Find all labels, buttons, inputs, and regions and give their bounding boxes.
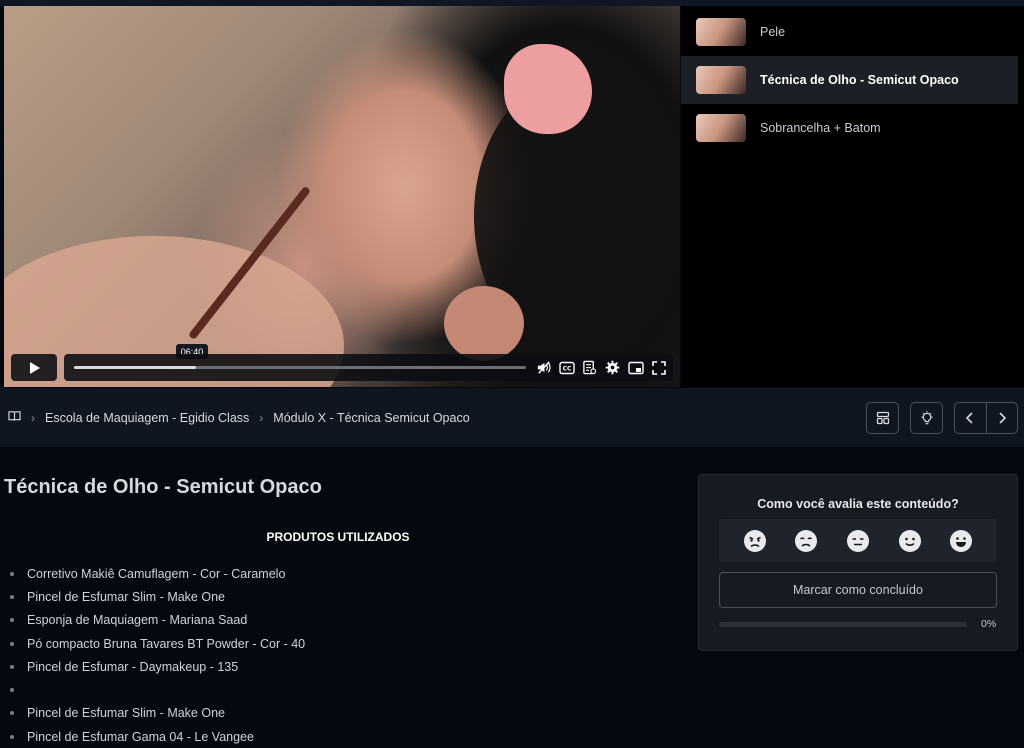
neutral-face-icon[interactable] xyxy=(845,528,870,553)
happy-face-icon[interactable] xyxy=(897,528,922,553)
video-control-bar: CC xyxy=(4,350,680,386)
video-frame-sponge xyxy=(504,44,592,134)
list-item: Pó compacto Bruna Tavares BT Powder - Co… xyxy=(10,632,305,655)
playlist-item-pele[interactable]: Pele xyxy=(681,8,1018,56)
picture-in-picture-icon[interactable] xyxy=(627,359,644,376)
list-item: Pincel de Esfumar - Daymakeup - 135 xyxy=(10,655,305,678)
playlist-item-label: Técnica de Olho - Semicut Opaco xyxy=(760,73,959,87)
video-player[interactable] xyxy=(4,6,680,387)
rating-card: Como você avalia este conteúdo? Marcar c… xyxy=(698,474,1018,651)
lesson-playlist: Pele Técnica de Olho - Semicut Opaco Sob… xyxy=(681,6,1024,387)
lesson-thumbnail xyxy=(696,18,746,46)
control-icons: CC xyxy=(535,359,667,376)
list-item: Corretivo Makiê Camuflagem - Cor - Caram… xyxy=(10,562,305,585)
list-item: Pincel de Esfumar Gama 04 - Le Vangee xyxy=(10,725,305,748)
svg-text:CC: CC xyxy=(562,365,571,372)
breadcrumb-bar: › Escola de Maquiagem - Egidio Class › M… xyxy=(0,388,1024,447)
chevron-right-icon xyxy=(999,412,1007,424)
completion-percent: 0% xyxy=(981,618,997,630)
previous-lesson-button[interactable] xyxy=(955,403,986,433)
lesson-thumbnail xyxy=(696,114,746,142)
mark-complete-button[interactable]: Marcar como concluído xyxy=(719,572,997,608)
video-controls: CC xyxy=(64,354,673,381)
list-item xyxy=(10,678,305,701)
playlist-item-label: Sobrancelha + Batom xyxy=(760,121,881,135)
closed-captions-icon[interactable]: CC xyxy=(558,359,575,376)
angry-face-icon[interactable] xyxy=(742,528,767,553)
settings-gear-icon[interactable] xyxy=(604,359,621,376)
grinning-face-icon[interactable] xyxy=(949,528,974,553)
seek-bar[interactable] xyxy=(74,366,526,369)
chevron-right-icon: › xyxy=(259,410,264,425)
layout-icon xyxy=(876,411,889,425)
seek-bar-fill xyxy=(74,366,197,369)
play-icon xyxy=(30,361,40,374)
chevron-right-icon: › xyxy=(31,410,35,425)
rating-question: Como você avalia este conteúdo? xyxy=(757,497,959,511)
lightbulb-icon xyxy=(920,410,933,424)
chevron-left-icon xyxy=(966,412,974,424)
lesson-thumbnail xyxy=(696,66,746,94)
rating-emojis xyxy=(719,519,997,562)
breadcrumb: › Escola de Maquiagem - Egidio Class › M… xyxy=(8,388,470,447)
light-mode-button[interactable] xyxy=(910,402,943,434)
next-lesson-button[interactable] xyxy=(985,403,1017,433)
playlist-item-sobrancelha-batom[interactable]: Sobrancelha + Batom xyxy=(681,104,1018,152)
completion-progress-bar xyxy=(719,622,967,627)
playlist-item-tecnica-de-olho[interactable]: Técnica de Olho - Semicut Opaco xyxy=(681,56,1018,104)
products-heading: PRODUTOS UTILIZADOS xyxy=(266,530,410,544)
volume-muted-icon[interactable] xyxy=(535,359,552,376)
playlist-item-label: Pele xyxy=(760,25,786,39)
transcript-icon[interactable] xyxy=(581,359,598,376)
breadcrumb-module-link[interactable]: Módulo X - Técnica Semicut Opaco xyxy=(273,411,469,425)
play-button[interactable] xyxy=(11,354,57,381)
list-item: Pincel de Esfumar Slim - Make One xyxy=(10,585,305,608)
breadcrumb-course-link[interactable]: Escola de Maquiagem - Egidio Class xyxy=(45,411,249,425)
book-icon[interactable] xyxy=(8,410,21,425)
list-item: Pincel de Esfumar Slim - Make One xyxy=(10,702,305,725)
lesson-title: Técnica de Olho - Semicut Opaco xyxy=(4,476,322,498)
sad-face-icon[interactable] xyxy=(794,528,819,553)
list-item: Esponja de Maquiagem - Mariana Saad xyxy=(10,609,305,632)
lesson-nav xyxy=(954,402,1018,434)
fullscreen-icon[interactable] xyxy=(650,359,667,376)
products-list: Corretivo Makiê Camuflagem - Cor - Caram… xyxy=(10,562,305,748)
layout-toggle-button[interactable] xyxy=(866,402,899,434)
